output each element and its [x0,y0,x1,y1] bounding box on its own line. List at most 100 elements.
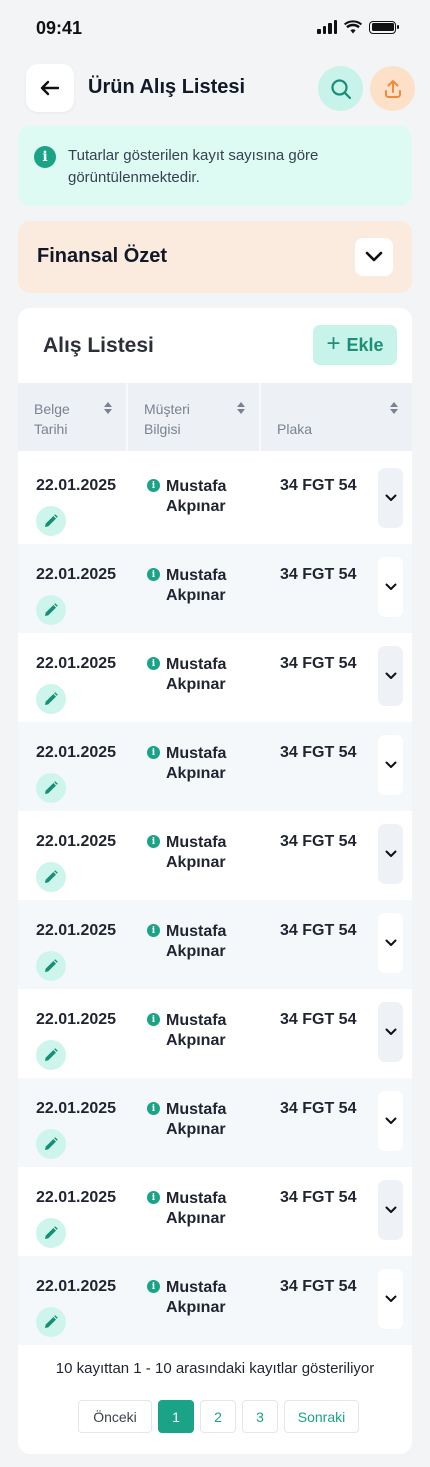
table-header: Belge Tarihi Müşteri Bilgisi Plaka [18,383,412,451]
pencil-icon [45,1048,58,1061]
back-button[interactable] [26,64,74,112]
page-button-2[interactable]: 2 [200,1400,236,1433]
prev-page-button[interactable]: Önceki [78,1400,152,1433]
table-row: 22.01.2025 i Mustafa Akpınar 34 FGT 54 [18,900,412,989]
page-button-1[interactable]: 1 [158,1400,194,1433]
chevron-down-icon [385,583,396,590]
cell-plate: 34 FGT 54 [280,1278,357,1295]
row-expand-button[interactable] [378,1180,403,1240]
upload-icon [384,79,401,98]
plus-icon: + [326,330,341,357]
pencil-icon [45,692,58,705]
customer-info-icon[interactable]: i [147,1013,160,1026]
customer-info-icon[interactable]: i [147,568,160,581]
next-page-button[interactable]: Sonraki [284,1400,359,1433]
cell-date: 22.01.2025 [36,1189,117,1206]
export-button[interactable] [370,66,415,111]
row-expand-button[interactable] [378,913,403,973]
info-icon: i [34,146,56,168]
add-button-label: Ekle [346,334,384,355]
pagination: Önceki 1 2 3 Sonraki [78,1400,359,1433]
table-row: 22.01.2025 i Mustafa Akpınar 34 FGT 54 [18,1167,412,1256]
cell-date: 22.01.2025 [36,922,117,939]
cell-plate: 34 FGT 54 [280,477,357,494]
table-row: 22.01.2025 i Mustafa Akpınar 34 FGT 54 [18,1256,412,1345]
cell-customer: Mustafa Akpınar [166,478,227,515]
edit-button[interactable] [36,773,66,803]
cell-plate: 34 FGT 54 [280,744,357,761]
chevron-down-icon [385,850,396,857]
sort-icon [237,402,245,414]
column-header-plate[interactable]: Plaka [261,383,412,451]
edit-button[interactable] [36,862,66,892]
table-body: 22.01.2025 i Mustafa Akpınar 34 FGT 54 22.01… [18,455,412,1345]
chevron-down-icon [385,939,396,946]
chevron-down-icon [385,494,396,501]
edit-button[interactable] [36,1129,66,1159]
customer-info-icon[interactable]: i [147,924,160,937]
cell-customer: Mustafa Akpınar [166,1279,227,1316]
row-expand-button[interactable] [378,468,403,528]
table-row: 22.01.2025 i Mustafa Akpınar 34 FGT 54 [18,1078,412,1167]
pencil-icon [45,1137,58,1150]
search-button[interactable] [318,66,363,111]
table-row: 22.01.2025 i Mustafa Akpınar 34 FGT 54 [18,544,412,633]
search-icon [330,78,351,99]
row-expand-button[interactable] [378,1269,403,1329]
cell-date: 22.01.2025 [36,566,117,583]
customer-info-icon[interactable]: i [147,746,160,759]
cell-plate: 34 FGT 54 [280,833,357,850]
info-banner: i Tutarlar gösterilen kayıt sayısına gör… [18,126,412,206]
finance-summary-panel[interactable]: Finansal Özet [18,221,412,293]
cell-customer: Mustafa Akpınar [166,923,227,960]
cell-plate: 34 FGT 54 [280,922,357,939]
cell-date: 22.01.2025 [36,477,117,494]
edit-button[interactable] [36,684,66,714]
add-button[interactable]: + Ekle [313,325,397,365]
customer-info-icon[interactable]: i [147,1280,160,1293]
customer-info-icon[interactable]: i [147,1102,160,1115]
edit-button[interactable] [36,951,66,981]
edit-button[interactable] [36,1040,66,1070]
cell-customer: Mustafa Akpınar [166,567,227,604]
edit-button[interactable] [36,506,66,536]
column-header-date[interactable]: Belge Tarihi [18,383,128,451]
customer-info-icon[interactable]: i [147,1191,160,1204]
status-bar: 09:41 [0,0,430,58]
customer-info-icon[interactable]: i [147,657,160,670]
edit-button[interactable] [36,595,66,625]
row-expand-button[interactable] [378,646,403,706]
pencil-icon [45,1315,58,1328]
cell-plate: 34 FGT 54 [280,566,357,583]
pencil-icon [45,959,58,972]
cell-date: 22.01.2025 [36,655,117,672]
customer-info-icon[interactable]: i [147,835,160,848]
cell-customer: Mustafa Akpınar [166,1012,227,1049]
sort-icon [390,402,398,414]
chevron-down-icon [385,1028,396,1035]
row-expand-button[interactable] [378,735,403,795]
pencil-icon [45,1226,58,1239]
finance-summary-toggle[interactable] [355,238,393,276]
table-row: 22.01.2025 i Mustafa Akpınar 34 FGT 54 [18,989,412,1078]
cell-plate: 34 FGT 54 [280,655,357,672]
cell-date: 22.01.2025 [36,1278,117,1295]
table-row: 22.01.2025 i Mustafa Akpınar 34 FGT 54 [18,633,412,722]
cell-date: 22.01.2025 [36,1100,117,1117]
column-header-label: Belge Tarihi [34,401,70,437]
row-expand-button[interactable] [378,557,403,617]
edit-button[interactable] [36,1218,66,1248]
pencil-icon [45,870,58,883]
column-header-label: Müşteri Bilgisi [144,401,190,437]
row-expand-button[interactable] [378,1091,403,1151]
customer-info-icon[interactable]: i [147,479,160,492]
page-button-3[interactable]: 3 [242,1400,278,1433]
chevron-down-icon [385,1206,396,1213]
info-text: Tutarlar gösterilen kayıt sayısına göre … [68,147,319,186]
chevron-down-icon [385,1117,396,1124]
header: Ürün Alış Listesi [18,63,415,113]
edit-button[interactable] [36,1307,66,1337]
row-expand-button[interactable] [378,824,403,884]
row-expand-button[interactable] [378,1002,403,1062]
column-header-customer[interactable]: Müşteri Bilgisi [128,383,261,451]
